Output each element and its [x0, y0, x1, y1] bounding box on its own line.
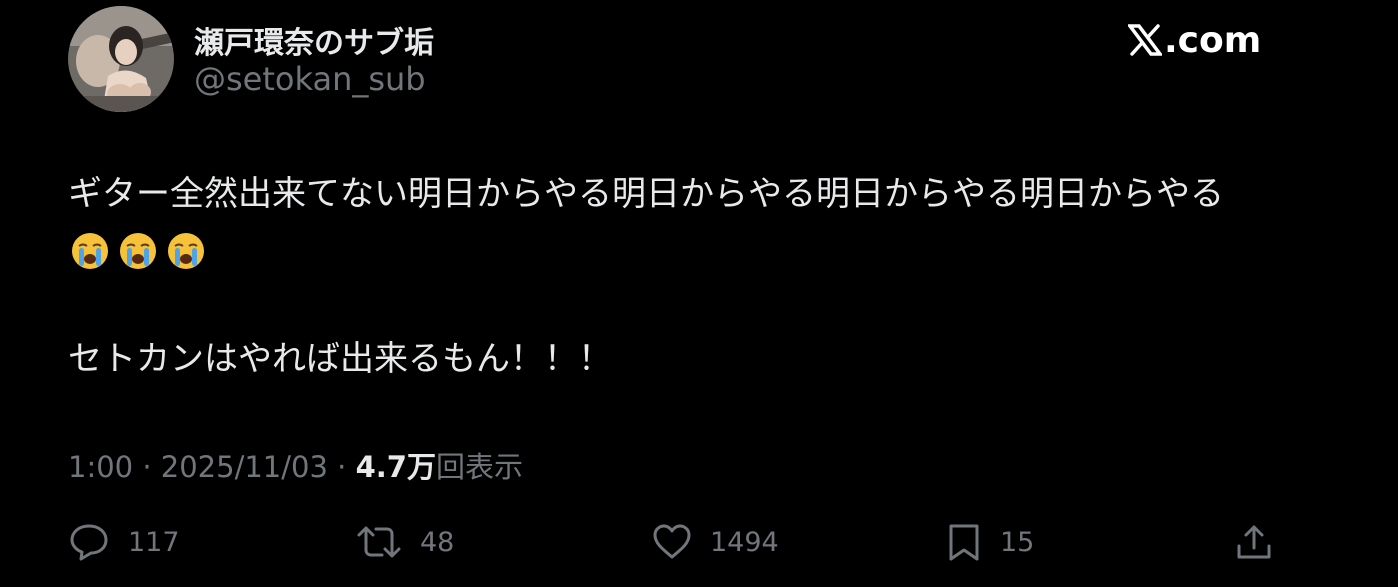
share-icon — [1237, 525, 1271, 559]
views-count[interactable]: 4.7万 — [356, 444, 436, 486]
profile-photo-icon — [68, 6, 174, 112]
reply-count: 117 — [128, 526, 180, 558]
retweet-count: 48 — [420, 526, 455, 558]
reply-icon — [70, 524, 108, 561]
reply-button[interactable]: 117 — [68, 520, 180, 564]
brand-domain: .com — [1164, 19, 1262, 61]
author-avatar[interactable] — [68, 6, 174, 112]
bookmark-icon — [949, 524, 979, 561]
share-button[interactable] — [1234, 520, 1274, 564]
bookmark-count: 15 — [1000, 526, 1035, 558]
x-logo-icon — [1128, 24, 1162, 56]
loudly-crying-face-icon — [120, 233, 156, 269]
bookmark-button[interactable]: 15 — [946, 520, 1034, 564]
tweet-emojis — [70, 231, 206, 271]
like-count: 1494 — [710, 526, 779, 558]
meta-separator: · — [133, 450, 161, 484]
tweet-time[interactable]: 1:00 — [68, 450, 133, 484]
tweet-text-line1: ギター全然出来てない明日からやる明日からやる明日からやる明日からやる — [68, 174, 1224, 214]
retweet-button[interactable]: 48 — [356, 520, 454, 564]
author-display-name[interactable]: 瀬戸環奈のサブ垢 — [194, 18, 434, 62]
author-handle[interactable]: @setokan_sub — [194, 60, 426, 98]
meta-separator: · — [327, 450, 356, 484]
tweet-meta: 1:00 · 2025/11/03 · 4.7万 回表示 — [68, 444, 523, 486]
like-button[interactable]: 1494 — [652, 520, 779, 564]
retweet-icon — [357, 526, 401, 558]
tweet-date[interactable]: 2025/11/03 — [161, 450, 328, 484]
loudly-crying-face-icon — [168, 233, 204, 269]
heart-icon — [653, 524, 691, 559]
x-com-watermark: .com — [1128, 18, 1261, 62]
loudly-crying-face-icon — [72, 233, 108, 269]
tweet-text-line2: セトカンはやれば出来るもん！！！ — [68, 339, 612, 379]
views-label[interactable]: 回表示 — [436, 444, 523, 486]
